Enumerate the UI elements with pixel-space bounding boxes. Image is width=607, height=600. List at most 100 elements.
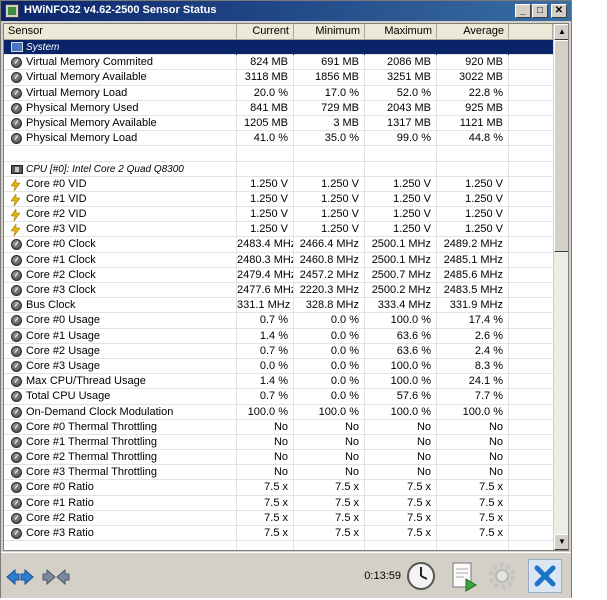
current-value: 1.4 % <box>237 328 294 344</box>
sensor-name: Virtual Memory Available <box>4 70 237 86</box>
current-value: 20.0 % <box>237 85 294 101</box>
sensor-label: Core #2 Thermal Throttling <box>26 451 158 464</box>
average-value <box>437 161 509 177</box>
current-value: 1205 MB <box>237 115 294 131</box>
average-value: No <box>437 465 509 481</box>
sensor-row[interactable]: Core #0 VID 1.250 V 1.250 V 1.250 V 1.250 V <box>4 176 553 192</box>
current-value: 0.7 % <box>237 343 294 359</box>
maximum-value: 7.5 x <box>365 480 437 496</box>
sensor-row[interactable]: Physical Memory Available 1205 MB 3 MB 1317… <box>4 115 553 132</box>
sensor-label: Core #2 VID <box>26 208 87 221</box>
column-header-average[interactable]: Average <box>437 24 509 40</box>
minimum-value: 3 MB <box>294 115 365 131</box>
maximum-value: 63.6 % <box>365 343 437 359</box>
sensor-name: Core #0 Thermal Throttling <box>4 419 237 435</box>
spacer-row <box>4 541 553 550</box>
current-value: 7.5 x <box>237 495 294 511</box>
column-header-filler <box>509 24 553 40</box>
maximum-value: 52.0 % <box>365 85 437 101</box>
scroll-down-button[interactable]: ▼ <box>554 534 568 550</box>
sensor-row[interactable]: Core #0 Thermal Throttling No No No No <box>4 419 553 435</box>
nav-collapse-icon[interactable] <box>41 563 71 591</box>
sensor-label: Core #3 VID <box>26 223 87 236</box>
sensor-row[interactable]: Core #0 Ratio 7.5 x 7.5 x 7.5 x 7.5 x <box>4 480 553 496</box>
nav-expand-icon[interactable] <box>5 563 35 591</box>
sensor-row[interactable]: Core #2 Clock 2479.4 MHz 2457.2 MHz 2500.7 … <box>4 267 553 283</box>
sensor-row[interactable]: Core #2 Ratio 7.5 x 7.5 x 7.5 x 7.5 x <box>4 510 553 526</box>
average-value: 2485.6 MHz <box>437 267 509 283</box>
maximum-value: 333.4 MHz <box>365 298 437 314</box>
group-row[interactable]: CPU [#0]: Intel Core 2 Quad Q8300 <box>4 161 553 177</box>
sensor-row[interactable]: Virtual Memory Load 20.0 % 17.0 % 52.0 % 22.… <box>4 85 553 101</box>
sensor-row[interactable]: On-Demand Clock Modulation 100.0 % 100.0 %… <box>4 404 553 420</box>
minimum-value: 2460.8 MHz <box>294 252 365 268</box>
sensor-row[interactable]: Core #3 Clock 2477.6 MHz 2220.3 MHz 2500.2 … <box>4 283 553 299</box>
sensor-label: Core #2 Clock <box>26 268 96 281</box>
sensor-row[interactable]: Core #1 VID 1.250 V 1.250 V 1.250 V 1.250 V <box>4 191 553 208</box>
minimum-value: 2466.4 MHz <box>294 237 365 253</box>
sensor-row[interactable]: Max CPU/Thread Usage 1.4 % 0.0 % 100.0 % 24.… <box>4 374 553 390</box>
minimum-value <box>294 541 365 550</box>
gauge-icon <box>11 452 22 464</box>
sensor-row[interactable]: Core #3 Thermal Throttling No No No No <box>4 465 553 481</box>
maximize-button[interactable]: □ <box>532 4 548 18</box>
average-value: 7.7 % <box>437 389 509 405</box>
sensor-row[interactable]: Core #1 Clock 2480.3 MHz 2460.8 MHz 2500.1 … <box>4 252 553 268</box>
average-value: 1.250 V <box>437 222 509 238</box>
column-header-minimum[interactable]: Minimum <box>294 24 365 40</box>
gauge-icon <box>11 345 22 357</box>
report-icon[interactable] <box>446 559 480 593</box>
sensor-name <box>4 146 237 162</box>
sensor-name: CPU [#0]: Intel Core 2 Quad Q8300 <box>4 161 237 177</box>
sensor-label: Core #3 Usage <box>26 359 100 372</box>
sensor-row[interactable]: Core #0 Clock 2483.4 MHz 2466.4 MHz 2500.1 … <box>4 237 553 253</box>
column-header-current[interactable]: Current <box>237 24 294 40</box>
sensor-row[interactable]: Core #0 Usage 0.7 % 0.0 % 100.0 % 17.4 % <box>4 313 553 329</box>
close-sensor-button[interactable] <box>528 559 562 593</box>
sensor-row[interactable]: Virtual Memory Available 3118 MB 1856 MB 32… <box>4 70 553 86</box>
column-header-maximum[interactable]: Maximum <box>365 24 437 40</box>
column-header-sensor[interactable]: Sensor <box>4 24 237 40</box>
scroll-thumb[interactable] <box>554 40 568 252</box>
sensor-row[interactable]: Physical Memory Used 841 MB 729 MB 2043 MB 9… <box>4 100 553 116</box>
sensor-row[interactable]: Core #1 Thermal Throttling No No No No <box>4 434 553 451</box>
group-row[interactable]: System <box>4 40 553 56</box>
sensor-row[interactable]: Core #1 Usage 1.4 % 0.0 % 63.6 % 2.6 % <box>4 328 553 344</box>
sensor-row[interactable]: Physical Memory Load 41.0 % 35.0 % 99.0 % 44… <box>4 131 553 147</box>
sensor-label: Core #3 Clock <box>26 284 96 296</box>
sensor-row[interactable]: Core #3 VID 1.250 V 1.250 V 1.250 V 1.250 V <box>4 222 553 238</box>
sensor-label: Core #1 Usage <box>26 329 100 342</box>
title-bar[interactable]: HWiNFO32 v4.62-2500 Sensor Status _ □ ✕ <box>1 1 571 21</box>
scroll-up-button[interactable]: ▲ <box>554 24 568 40</box>
sensor-row[interactable]: Core #3 Ratio 7.5 x 7.5 x 7.5 x 7.5 x <box>4 526 553 542</box>
settings-icon[interactable] <box>485 559 519 593</box>
average-value: No <box>437 450 509 466</box>
average-value: 331.9 MHz <box>437 298 509 314</box>
maximum-value: 100.0 % <box>365 313 437 329</box>
gauge-icon <box>11 315 22 327</box>
average-value: 2483.5 MHz <box>437 283 509 298</box>
sensor-row[interactable]: Bus Clock 331.1 MHz 328.8 MHz 333.4 MHz 331.… <box>4 298 553 314</box>
gauge-icon <box>11 528 22 539</box>
sensor-row[interactable]: Core #2 Thermal Throttling No No No No <box>4 450 553 466</box>
maximum-value: 100.0 % <box>365 374 437 390</box>
spacer-row <box>4 146 553 162</box>
minimize-button[interactable]: _ <box>515 4 531 18</box>
sensor-row[interactable]: Virtual Memory Commited 824 MB 691 MB 2086 … <box>4 55 553 71</box>
sensor-row[interactable]: Core #2 Usage 0.7 % 0.0 % 63.6 % 2.4 % <box>4 343 553 359</box>
sensor-row[interactable]: Core #3 Usage 0.0 % 0.0 % 100.0 % 8.3 % <box>4 358 553 375</box>
sensor-row[interactable]: Core #1 Ratio 7.5 x 7.5 x 7.5 x 7.5 x <box>4 495 553 511</box>
sensor-label: Core #1 Clock <box>26 253 96 266</box>
sensor-rows: System Virtual Memory Commited 824 MB 691 M… <box>4 40 553 550</box>
vertical-scrollbar[interactable]: ▲ ▼ <box>553 24 568 550</box>
gauge-icon <box>11 102 22 114</box>
sensor-label: Core #3 Ratio <box>26 527 94 539</box>
sensor-name: System <box>4 40 237 55</box>
average-value: 1.250 V <box>437 207 509 223</box>
close-window-button[interactable]: ✕ <box>551 4 567 18</box>
sensor-row[interactable]: Total CPU Usage 0.7 % 0.0 % 57.6 % 7.7 % <box>4 389 553 405</box>
sensor-list[interactable]: Sensor Current Minimum Maximum Average S… <box>3 23 569 551</box>
clock-icon[interactable] <box>404 559 438 593</box>
sensor-row[interactable]: Core #2 VID 1.250 V 1.250 V 1.250 V 1.250 V <box>4 207 553 223</box>
minimum-value: 0.0 % <box>294 374 365 390</box>
